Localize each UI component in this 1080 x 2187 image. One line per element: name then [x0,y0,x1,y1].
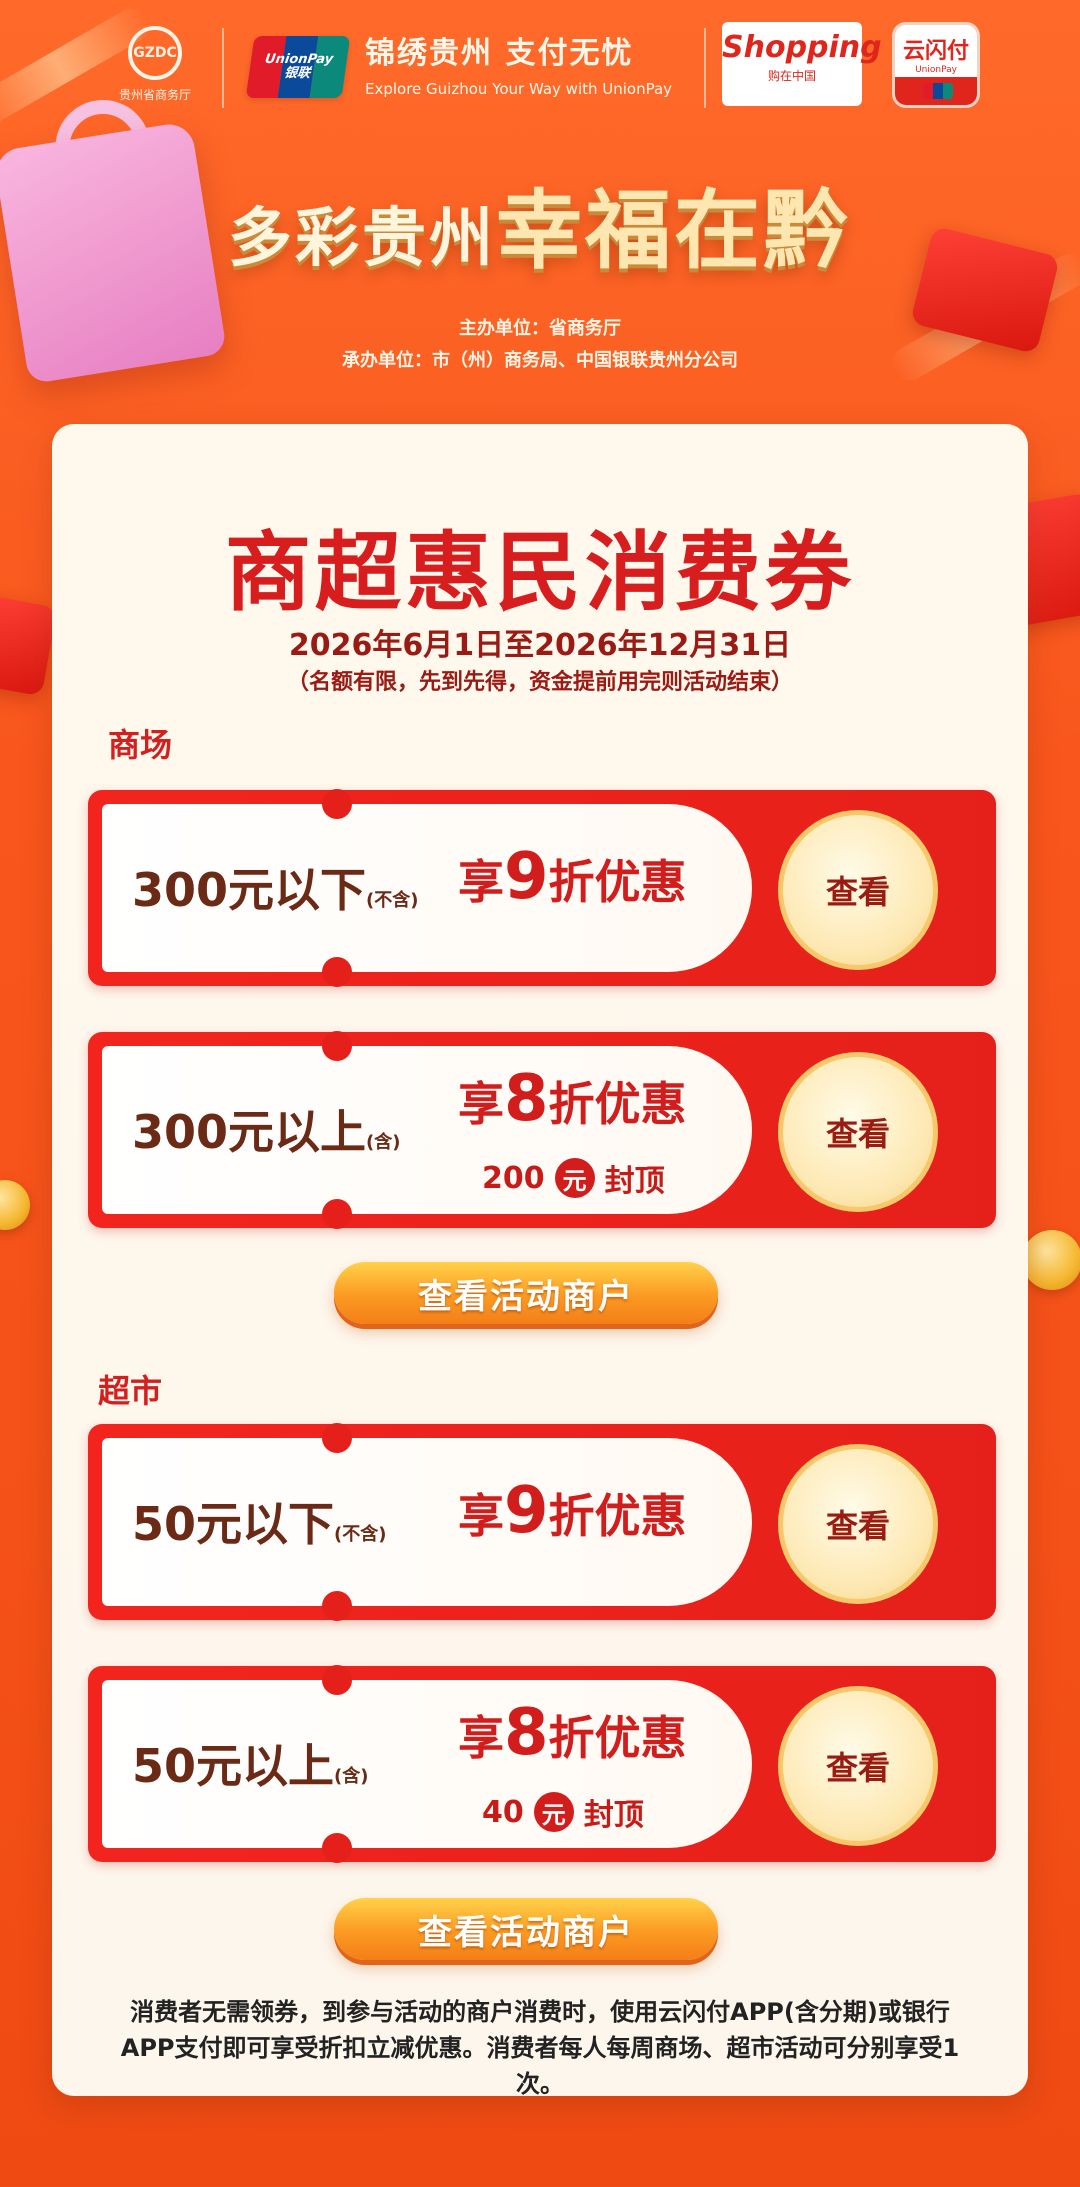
coupon-body: 300元以上(含) 享8折优惠 200 元封顶 [102,1031,752,1229]
gzdc-caption: 贵州省商务厅 [118,88,191,102]
coupon-mall-over-300[interactable]: 300元以上(含) 享8折优惠 200 元封顶 查看 [88,1031,996,1229]
coupon-discount-value: 8 [504,1062,549,1136]
coupon-discount-value: 9 [504,1474,549,1548]
unionpay-card-icon [923,83,953,99]
coupon-qualifier: (不含) [366,890,419,911]
coupon-threshold: 300元以下(不含) [132,854,418,920]
coupon-amount: 300元以下 [132,863,367,917]
header-divider [704,28,706,108]
coupon-discount: 享9折优惠 [458,840,687,914]
coupon-suffix: 折优惠 [548,1077,687,1131]
coupon-discount-value: 9 [504,840,549,914]
red-envelope-decoration [0,593,58,697]
coupon-qualifier: (不含) [334,1524,387,1545]
coupon-suffix: 折优惠 [548,1711,687,1765]
unionpay-logo-en: UnionPay [264,51,335,67]
view-merchants-button[interactable]: 查看活动商户 [334,1262,718,1324]
coupon-threshold: 50元以下(不含) [132,1488,386,1554]
ysf-logo-sub: UnionPay [915,65,957,75]
view-button[interactable]: 查看 [778,1444,938,1604]
coupon-threshold: 300元以上(含) [132,1096,400,1162]
gzdc-emblem-icon: GZDC [128,26,182,80]
coupon-body: 300元以下(不含) 享9折优惠 [102,789,752,987]
coupon-threshold: 50元以上(含) [132,1730,368,1796]
coupon-supermarket-over-50[interactable]: 50元以上(含) 享8折优惠 40 元封顶 查看 [88,1665,996,1863]
coupon-suffix: 折优惠 [548,855,687,909]
unionpay-logo: UnionPay 银联 [245,36,351,98]
coupon-cap-text: 封顶 [583,1798,644,1833]
shopping-logo-sub: 购在中国 [767,69,816,83]
section-label-mall: 商场 [108,726,173,764]
view-button[interactable]: 查看 [778,1052,938,1212]
coupon-prefix: 享 [458,1077,504,1131]
coupon-amount: 50元以上 [132,1739,335,1793]
voucher-card: 商超惠民消费券 2026年6月1日至2026年12月31日 （名额有限，先到先得… [52,424,1028,2098]
section-label-supermarket: 超市 [98,1372,163,1410]
coupon-amount: 50元以下 [132,1497,335,1551]
gold-coin-decoration [1022,1230,1080,1290]
coupon-body: 50元以上(含) 享8折优惠 40 元封顶 [102,1665,752,1863]
campaign-date: 2026年6月1日至2026年12月31日 [288,628,792,663]
campaign-title-part2: 幸福在黔 [496,180,852,281]
coupon-cap: 200 元封顶 [482,1156,665,1200]
organizer-text: 承办单位：市（州）商务局、中国银联贵州分公司 [342,350,738,371]
slogan-en: Explore Guizhou Your Way with UnionPay [365,80,673,98]
view-merchants-button[interactable]: 查看活动商户 [334,1898,718,1960]
coupon-amount: 300元以上 [132,1105,367,1159]
coupon-cap-value: 200 [482,1160,545,1196]
coupon-prefix: 享 [458,1489,504,1543]
coupon-body: 50元以下(不含) 享9折优惠 [102,1423,752,1621]
view-button[interactable]: 查看 [778,1686,938,1846]
header-divider [222,28,224,108]
yuan-badge-icon: 元 [533,1792,574,1832]
coupon-cap: 40 元封顶 [482,1790,644,1834]
shopping-logo-main: Shopping [722,30,882,65]
campaign-note: （名额有限，先到先得，资金提前用完则活动结束） [286,670,793,695]
coupon-discount-value: 8 [504,1696,549,1770]
gzdc-emblem-text: GZDC [133,45,177,61]
coupon-cap-text: 封顶 [604,1164,665,1199]
ysf-logo-main: 云闪付 [902,39,969,64]
shopping-china-logo: Shopping 购在中国 [722,22,882,106]
gold-coin-decoration [0,1180,30,1230]
campaign-title: 多彩贵州幸福在黔 [0,160,1080,285]
coupon-suffix: 折优惠 [548,1489,687,1543]
coupon-discount: 享8折优惠 [458,1696,687,1770]
partner-header: GZDC 贵州省商务厅 UnionPay 银联 锦绣贵州 支付无忧 Explor… [0,0,1080,120]
coupon-prefix: 享 [458,1711,504,1765]
coupon-discount: 享8折优惠 [458,1062,687,1136]
yuan-badge-icon: 元 [554,1158,595,1198]
coupon-prefix: 享 [458,855,504,909]
yunshanfu-app-icon: 云闪付 UnionPay [892,22,980,108]
card-title: 商超惠民消费券 [225,523,855,623]
slogan-cn: 锦绣贵州 支付无忧 [365,36,634,71]
coupon-cap-value: 40 [482,1794,524,1830]
sponsor-text: 主办单位：省商务厅 [459,318,621,339]
campaign-title-part1: 多彩贵州 [228,201,496,276]
coupon-qualifier: (含) [334,1766,369,1787]
coupon-qualifier: (含) [366,1132,401,1153]
unionpay-logo-cn: 银联 [283,66,312,81]
coupon-supermarket-under-50[interactable]: 50元以下(不含) 享9折优惠 查看 [88,1423,996,1621]
footer-note: 消费者无需领券，到参与活动的商户消费时，使用云闪付APP(含分期)或银行APP支… [120,1998,960,2098]
gzdc-logo: GZDC 贵州省商务厅 [100,26,210,103]
coupon-discount: 享9折优惠 [458,1474,687,1548]
view-button[interactable]: 查看 [778,810,938,970]
coupon-mall-under-300[interactable]: 300元以下(不含) 享9折优惠 查看 [88,789,996,987]
